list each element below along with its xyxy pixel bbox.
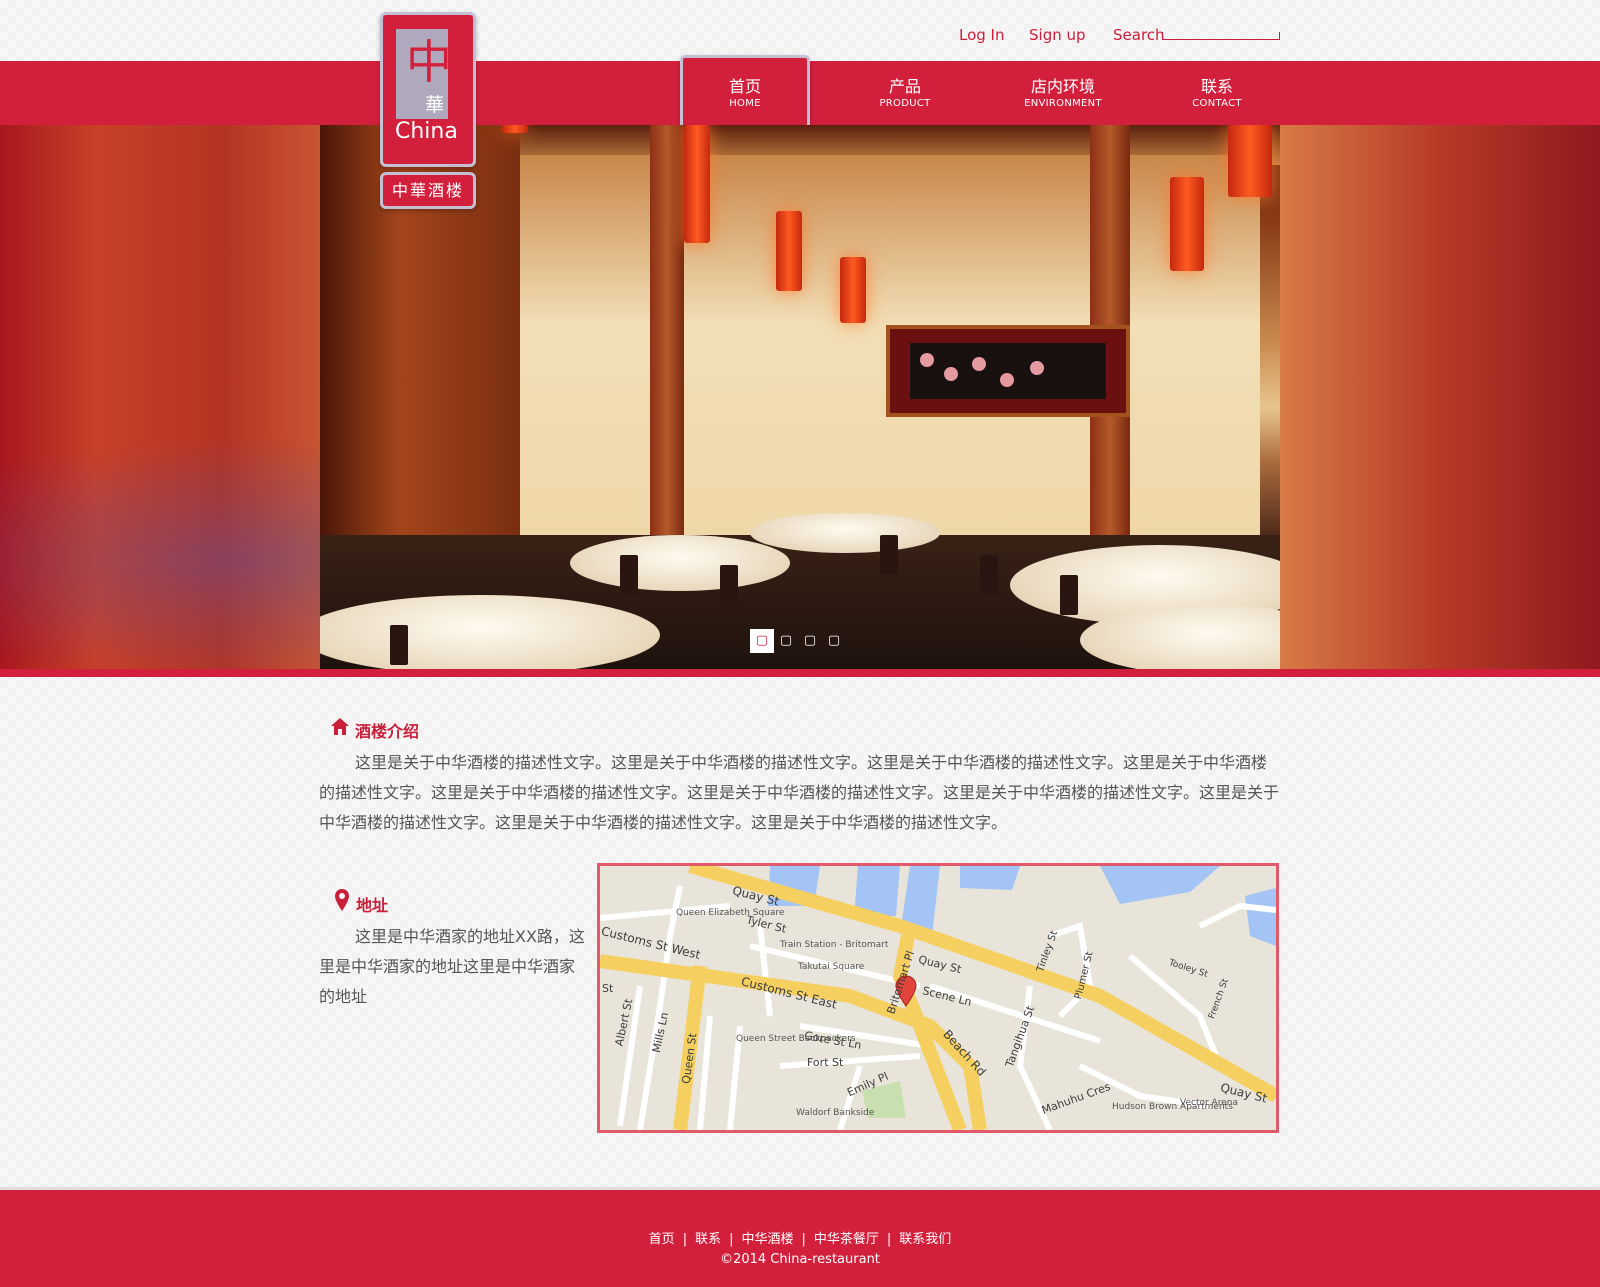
logo-badge: 中華酒楼 <box>380 172 476 209</box>
nav-product[interactable]: 产品 PRODUCT <box>840 61 970 125</box>
login-link[interactable]: Log In <box>959 26 1005 44</box>
footer-link-contact[interactable]: 联系 <box>695 1232 721 1247</box>
slider-dot-1[interactable]: ▢ <box>750 629 774 653</box>
slider-dot-3[interactable]: ▢ <box>798 629 822 653</box>
address-text: 这里是中华酒家的地址XX路，这里是中华酒家的地址这里是中华酒家的地址 <box>319 927 585 1006</box>
logo-text: China <box>395 119 458 144</box>
map-place-label: Queen Elizabeth Square <box>676 908 785 918</box>
footer-separator: | <box>729 1232 734 1247</box>
hero-bottom-stripe <box>0 669 1600 677</box>
location-pin-icon <box>335 889 349 911</box>
search-input[interactable] <box>1162 32 1280 40</box>
home-icon <box>331 718 349 735</box>
logo-glyph: 中 <box>406 35 452 89</box>
intro-text: 这里是关于中华酒楼的描述性文字。这里是关于中华酒楼的描述性文字。这里是关于中华酒… <box>319 753 1280 832</box>
wall-painting <box>886 325 1130 417</box>
map-place-label: Waldorf Bankside <box>796 1108 875 1118</box>
nav-contact-cn: 联系 <box>1200 77 1233 96</box>
footer-separator: | <box>886 1232 892 1247</box>
nav-environment-en: ENVIRONMENT <box>1024 98 1102 109</box>
footer: 首页 | 联系 | 中华酒楼 | 中华茶餐厅 | 联系我们 ©2014 China-restau… <box>0 1187 1600 1287</box>
logo-sub-glyph: 華 <box>425 94 445 116</box>
footer-separator: | <box>801 1232 806 1247</box>
nav-product-en: PRODUCT <box>879 98 931 109</box>
footer-separator: | <box>682 1232 688 1247</box>
nav-environment[interactable]: 店内环境 ENVIRONMENT <box>998 61 1128 125</box>
slider-dot-4[interactable]: ▢ <box>822 629 846 653</box>
footer-link-home[interactable]: 首页 <box>649 1232 675 1247</box>
footer-link-contact-us[interactable]: 联系我们 <box>899 1232 951 1247</box>
address-title: 地址 <box>356 896 389 915</box>
nav-environment-cn: 店内环境 <box>1030 77 1095 96</box>
footer-links: 首页 | 联系 | 中华酒楼 | 中华茶餐厅 | 联系我们 <box>0 1228 1600 1247</box>
nav-product-cn: 产品 <box>888 77 921 96</box>
map-street-label: St <box>602 982 614 995</box>
copyright: ©2014 China-restaurant <box>720 1252 880 1267</box>
slider-dot-2[interactable]: ▢ <box>774 629 798 653</box>
map-place-label: Queen Street Backpackers <box>736 1034 856 1044</box>
map-place-label: Train Station - Britomart <box>780 940 889 950</box>
nav-home[interactable]: 首页 HOME <box>680 55 810 129</box>
nav-home-en: HOME <box>729 98 761 109</box>
location-map[interactable]: Quay St Customs St West Customs St East … <box>597 863 1279 1133</box>
top-utility-bar: Log In Sign up Search <box>0 0 1600 61</box>
logo[interactable]: 中 華 China <box>380 12 476 167</box>
nav-contact-en: CONTACT <box>1192 98 1242 109</box>
nav-home-cn: 首页 <box>728 77 761 96</box>
signup-link[interactable]: Sign up <box>1029 26 1086 44</box>
main-nav: 首页 HOME 产品 PRODUCT 店内环境 ENVIRONMENT 联系 C… <box>0 55 1600 129</box>
map-place-label: Vector Arena <box>1180 1098 1238 1108</box>
intro-title: 酒楼介绍 <box>355 722 420 741</box>
footer-link-restaurant[interactable]: 中华酒楼 <box>741 1232 793 1247</box>
map-street-label: Fort St <box>807 1056 844 1069</box>
search-label: Search <box>1113 26 1165 44</box>
map-place-label: Takutai Square <box>798 962 865 972</box>
footer-link-tea-house[interactable]: 中华茶餐厅 <box>814 1232 879 1247</box>
nav-contact[interactable]: 联系 CONTACT <box>1152 61 1282 125</box>
